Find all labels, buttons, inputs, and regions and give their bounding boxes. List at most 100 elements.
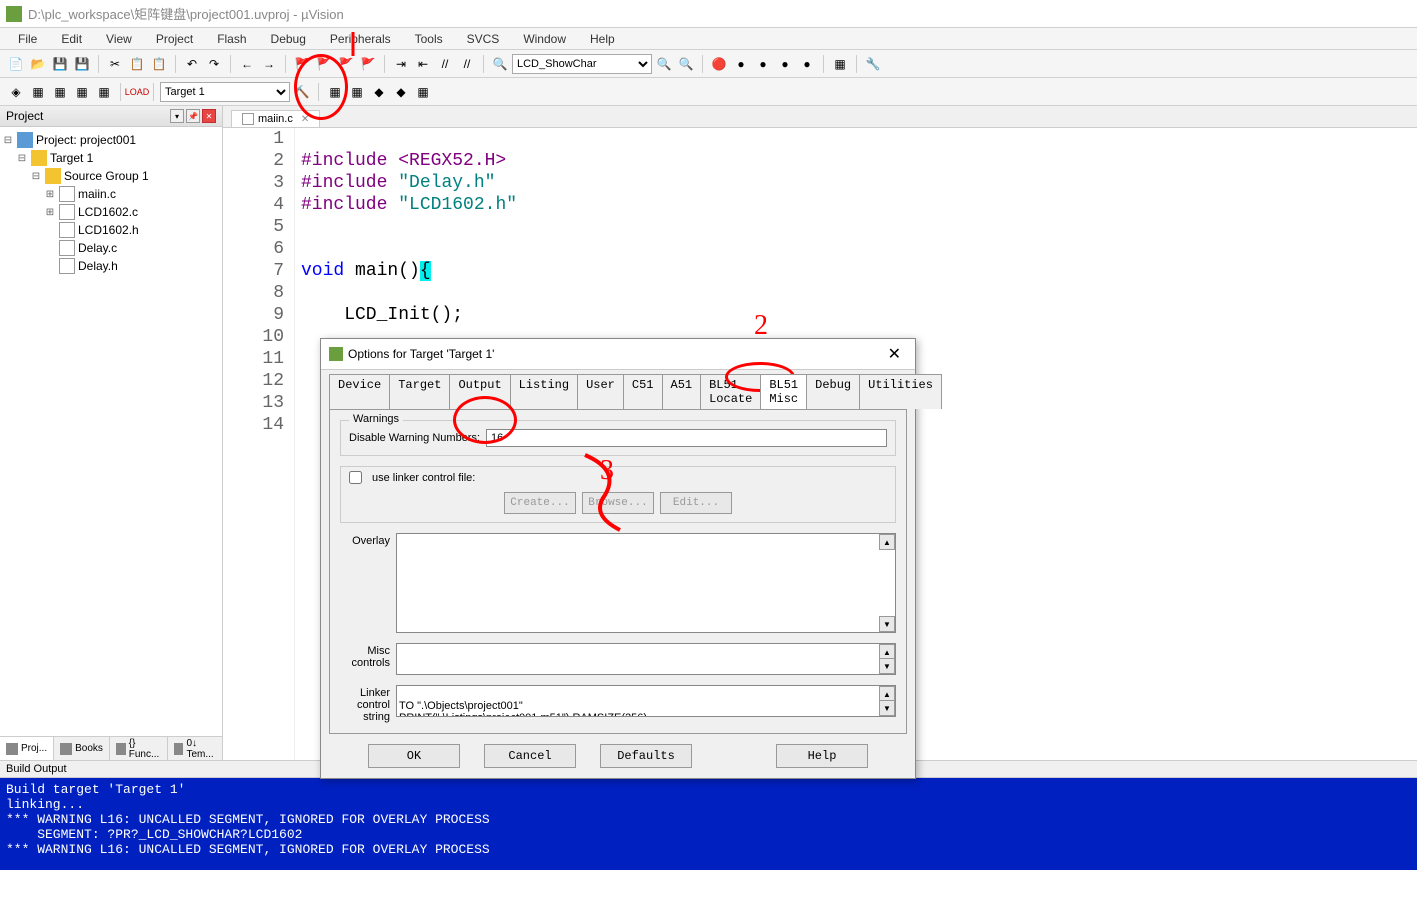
panel-tab[interactable]: Proj... bbox=[0, 737, 54, 760]
redo-icon[interactable]: ↷ bbox=[204, 54, 224, 74]
panel-tab[interactable]: 0↓ Tem... bbox=[168, 737, 223, 760]
dialog-tab-bl51-misc[interactable]: BL51 Misc bbox=[760, 374, 807, 409]
rebuild-icon[interactable]: ▦ bbox=[50, 82, 70, 102]
translate-icon[interactable]: ◈ bbox=[6, 82, 26, 102]
outdent-icon[interactable]: ⇤ bbox=[413, 54, 433, 74]
disable-warn-input[interactable] bbox=[486, 429, 887, 447]
cut-icon[interactable]: ✂ bbox=[105, 54, 125, 74]
browse-button[interactable]: Browse... bbox=[582, 492, 654, 514]
dialog-tab-user[interactable]: User bbox=[577, 374, 624, 409]
bookmark-clear-icon[interactable]: 🚩 bbox=[358, 54, 378, 74]
new-file-icon[interactable]: 📄 bbox=[6, 54, 26, 74]
scroll-down-icon[interactable]: ▼ bbox=[879, 616, 895, 632]
menu-project[interactable]: Project bbox=[146, 30, 203, 48]
menu-view[interactable]: View bbox=[96, 30, 142, 48]
create-button[interactable]: Create... bbox=[504, 492, 576, 514]
open-file-icon[interactable]: 📂 bbox=[28, 54, 48, 74]
panel-pin-icon[interactable]: 📌 bbox=[186, 109, 200, 123]
batch-build-icon[interactable]: ▦ bbox=[72, 82, 92, 102]
dialog-tab-device[interactable]: Device bbox=[329, 374, 390, 409]
build-output[interactable]: Build target 'Target 1' linking... *** W… bbox=[0, 778, 1417, 870]
defaults-button[interactable]: Defaults bbox=[600, 744, 692, 768]
use-linker-checkbox[interactable] bbox=[349, 471, 362, 484]
menu-window[interactable]: Window bbox=[513, 30, 576, 48]
tree-item[interactable]: LCD1602.h bbox=[44, 221, 220, 239]
tree-item[interactable]: Delay.c bbox=[44, 239, 220, 257]
options-target-icon[interactable]: 🔨 bbox=[292, 82, 312, 102]
tree-item[interactable]: ⊟Source Group 1 bbox=[30, 167, 220, 185]
tree-item[interactable]: ⊞LCD1602.c bbox=[44, 203, 220, 221]
dialog-tab-bl51-locate[interactable]: BL51 Locate bbox=[700, 374, 761, 409]
misc-textarea[interactable]: ▲ ▼ bbox=[396, 643, 896, 675]
tree-item[interactable]: ⊟Project: project001 bbox=[2, 131, 220, 149]
tree-item[interactable]: ⊟Target 1 bbox=[16, 149, 220, 167]
pack-installer-icon[interactable]: ▦ bbox=[413, 82, 433, 102]
comment-icon[interactable]: // bbox=[435, 54, 455, 74]
menu-svcs[interactable]: SVCS bbox=[457, 30, 510, 48]
find-icon[interactable]: 🔍 bbox=[490, 54, 510, 74]
find-next-icon[interactable]: 🔍 bbox=[654, 54, 674, 74]
target-combo[interactable]: Target 1 bbox=[160, 82, 290, 102]
help-button[interactable]: Help bbox=[776, 744, 868, 768]
scroll-up-icon[interactable]: ▲ bbox=[879, 534, 895, 550]
download-icon[interactable]: LOAD bbox=[127, 82, 147, 102]
panel-dropdown-icon[interactable]: ▾ bbox=[170, 109, 184, 123]
dialog-close-icon[interactable]: ✕ bbox=[882, 344, 907, 364]
nav-back-icon[interactable]: ← bbox=[237, 54, 257, 74]
manage-components-icon[interactable]: ▦ bbox=[347, 82, 367, 102]
debug-icon[interactable]: 🔴 bbox=[709, 54, 729, 74]
close-tab-icon[interactable]: ✕ bbox=[301, 114, 309, 125]
dialog-tab-utilities[interactable]: Utilities bbox=[859, 374, 942, 409]
linker-textarea[interactable]: TO ".\Objects\project001" PRINT(".\Listi… bbox=[396, 685, 896, 717]
menu-flash[interactable]: Flash bbox=[207, 30, 256, 48]
paste-icon[interactable]: 📋 bbox=[149, 54, 169, 74]
menu-edit[interactable]: Edit bbox=[51, 30, 92, 48]
bookmark-prev-icon[interactable]: 🚩 bbox=[314, 54, 334, 74]
dialog-tab-output[interactable]: Output bbox=[449, 374, 510, 409]
breakpoint3-icon[interactable]: ● bbox=[775, 54, 795, 74]
build-icon[interactable]: ▦ bbox=[28, 82, 48, 102]
breakpoint4-icon[interactable]: ● bbox=[797, 54, 817, 74]
save-all-icon[interactable]: 💾 bbox=[72, 54, 92, 74]
panel-tab[interactable]: Books bbox=[54, 737, 110, 760]
window-icon[interactable]: ▦ bbox=[830, 54, 850, 74]
panel-tab[interactable]: {} Func... bbox=[110, 737, 169, 760]
find-combo[interactable]: LCD_ShowChar bbox=[512, 54, 652, 74]
indent-icon[interactable]: ⇥ bbox=[391, 54, 411, 74]
select-packs-icon[interactable]: ◆ bbox=[391, 82, 411, 102]
bookmark-icon[interactable]: 🚩 bbox=[292, 54, 312, 74]
tree-item[interactable]: Delay.h bbox=[44, 257, 220, 275]
cancel-button[interactable]: Cancel bbox=[484, 744, 576, 768]
overlay-textarea[interactable]: ▲ ▼ bbox=[396, 533, 896, 633]
editor-tab-maiin[interactable]: maiin.c ✕ bbox=[231, 110, 320, 127]
dialog-tab-listing[interactable]: Listing bbox=[510, 374, 578, 409]
config-icon[interactable]: 🔧 bbox=[863, 54, 883, 74]
stop-build-icon[interactable]: ▦ bbox=[94, 82, 114, 102]
ok-button[interactable]: OK bbox=[368, 744, 460, 768]
menu-peripherals[interactable]: Peripherals bbox=[320, 30, 401, 48]
manage-project-icon[interactable]: ▦ bbox=[325, 82, 345, 102]
uncomment-icon[interactable]: // bbox=[457, 54, 477, 74]
copy-icon[interactable]: 📋 bbox=[127, 54, 147, 74]
undo-icon[interactable]: ↶ bbox=[182, 54, 202, 74]
scroll-down-icon[interactable]: ▼ bbox=[879, 700, 895, 716]
dialog-titlebar[interactable]: Options for Target 'Target 1' ✕ bbox=[321, 339, 915, 370]
menu-debug[interactable]: Debug bbox=[261, 30, 316, 48]
find-in-files-icon[interactable]: 🔍 bbox=[676, 54, 696, 74]
menu-file[interactable]: File bbox=[8, 30, 47, 48]
breakpoint-icon[interactable]: ● bbox=[731, 54, 751, 74]
project-tree[interactable]: ⊟Project: project001⊟Target 1⊟Source Gro… bbox=[0, 127, 222, 736]
menu-help[interactable]: Help bbox=[580, 30, 625, 48]
edit-button[interactable]: Edit... bbox=[660, 492, 732, 514]
dialog-tab-target[interactable]: Target bbox=[389, 374, 450, 409]
save-icon[interactable]: 💾 bbox=[50, 54, 70, 74]
dialog-tab-c51[interactable]: C51 bbox=[623, 374, 663, 409]
dialog-tab-debug[interactable]: Debug bbox=[806, 374, 860, 409]
manage-rte-icon[interactable]: ◆ bbox=[369, 82, 389, 102]
nav-fwd-icon[interactable]: → bbox=[259, 54, 279, 74]
tree-item[interactable]: ⊞maiin.c bbox=[44, 185, 220, 203]
menu-tools[interactable]: Tools bbox=[405, 30, 453, 48]
bookmark-next-icon[interactable]: 🚩 bbox=[336, 54, 356, 74]
breakpoint2-icon[interactable]: ● bbox=[753, 54, 773, 74]
panel-close-icon[interactable]: ✕ bbox=[202, 109, 216, 123]
